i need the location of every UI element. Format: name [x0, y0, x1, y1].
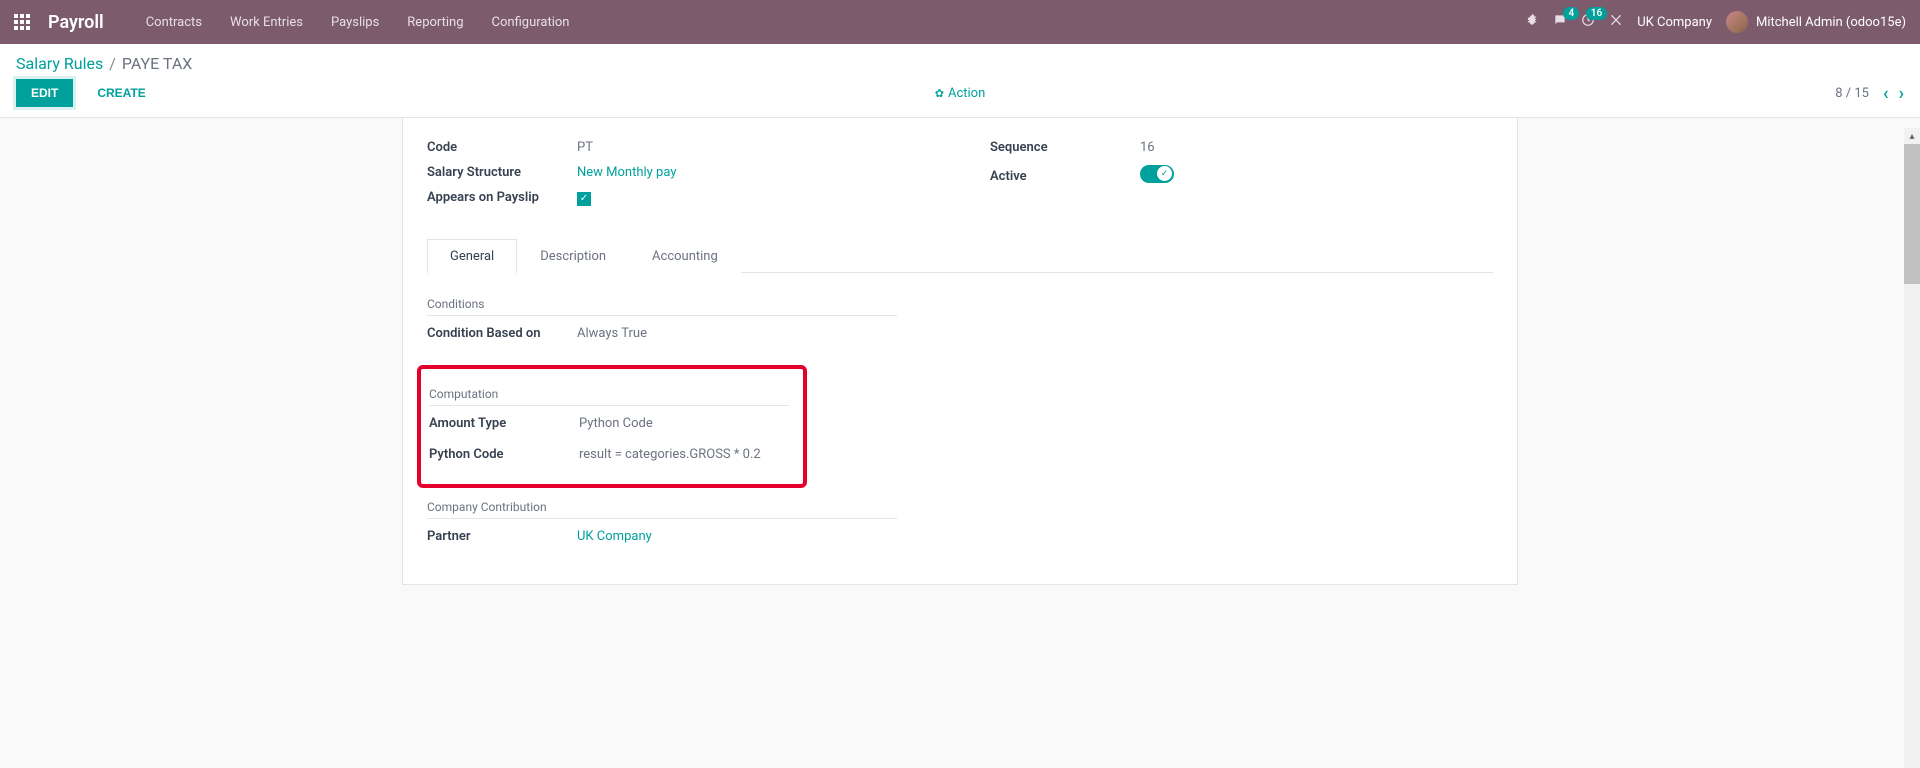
control-panel: Salary Rules / PAYE TAX EDIT CREATE ✿ Ac… — [0, 44, 1920, 118]
breadcrumb-current: PAYE TAX — [122, 54, 192, 73]
nav-payslips[interactable]: Payslips — [331, 15, 379, 30]
active-label: Active — [990, 169, 1140, 184]
nav-work-entries[interactable]: Work Entries — [230, 15, 303, 30]
crossed-tools-icon[interactable] — [1609, 13, 1623, 31]
company-selector[interactable]: UK Company — [1637, 15, 1712, 30]
tab-description[interactable]: Description — [517, 239, 629, 273]
tab-accounting[interactable]: Accounting — [629, 239, 741, 273]
amount-type-value: Python Code — [579, 416, 653, 431]
company-contribution-title: Company Contribution — [427, 500, 897, 519]
vertical-scrollbar[interactable]: ▴ — [1904, 128, 1920, 768]
conditions-title: Conditions — [427, 297, 897, 316]
navbar-left: Payroll Contracts Work Entries Payslips … — [14, 12, 570, 33]
form-sheet: Code PT Salary Structure New Monthly pay… — [402, 118, 1518, 585]
nav-reporting[interactable]: Reporting — [407, 15, 463, 30]
python-code-label: Python Code — [429, 447, 579, 462]
form-col-left: Code PT Salary Structure New Monthly pay… — [427, 140, 930, 216]
pager-next-icon[interactable]: › — [1899, 83, 1904, 104]
user-label: Mitchell Admin (odoo15e) — [1756, 15, 1906, 30]
activities-icon[interactable]: 16 — [1581, 13, 1595, 31]
tab-general[interactable]: General — [427, 239, 517, 273]
salary-structure-link[interactable]: New Monthly pay — [577, 165, 676, 180]
action-label: Action — [948, 86, 985, 101]
form-col-right: Sequence 16 Active — [990, 140, 1493, 216]
condition-based-value: Always True — [577, 326, 647, 341]
appears-on-payslip-label: Appears on Payslip — [427, 190, 577, 205]
nav-menu: Contracts Work Entries Payslips Reportin… — [146, 15, 570, 30]
partner-label: Partner — [427, 529, 577, 544]
user-menu[interactable]: Mitchell Admin (odoo15e) — [1726, 11, 1906, 33]
breadcrumb-separator: / — [109, 54, 116, 73]
nav-configuration[interactable]: Configuration — [492, 15, 570, 30]
navbar-right: 4 16 UK Company Mitchell Admin (odoo15e) — [1525, 11, 1906, 33]
activities-badge: 16 — [1586, 7, 1607, 20]
checkbox-checked-icon: ✓ — [577, 192, 591, 206]
edit-button[interactable]: EDIT — [16, 79, 73, 107]
scrollbar-thumb[interactable] — [1904, 144, 1920, 284]
create-button[interactable]: CREATE — [83, 80, 159, 106]
nav-contracts[interactable]: Contracts — [146, 15, 202, 30]
computation-title: Computation — [429, 387, 789, 406]
user-avatar-icon — [1726, 11, 1748, 33]
pager-prev-icon[interactable]: ‹ — [1883, 83, 1889, 104]
code-label: Code — [427, 140, 577, 155]
salary-structure-label: Salary Structure — [427, 165, 577, 180]
breadcrumb-parent[interactable]: Salary Rules — [16, 54, 103, 73]
sequence-value: 16 — [1140, 140, 1155, 155]
tab-bar: General Description Accounting — [427, 238, 1493, 273]
sequence-label: Sequence — [990, 140, 1140, 155]
company-contribution-section: Company Contribution Partner UK Company — [427, 500, 1493, 544]
apps-grid-icon[interactable] — [14, 14, 30, 30]
form-top-grid: Code PT Salary Structure New Monthly pay… — [427, 140, 1493, 216]
amount-type-label: Amount Type — [429, 416, 579, 431]
gear-icon: ✿ — [935, 87, 944, 100]
condition-based-label: Condition Based on — [427, 326, 577, 341]
app-brand[interactable]: Payroll — [48, 12, 104, 33]
appears-on-payslip-value: ✓ — [577, 190, 591, 206]
conditions-section: Conditions Condition Based on Always Tru… — [427, 297, 1493, 341]
pager: 8 / 15 ‹ › — [1835, 83, 1904, 104]
scroll-up-icon[interactable]: ▴ — [1904, 128, 1920, 144]
toolbar: EDIT CREATE ✿ Action 8 / 15 ‹ › — [0, 79, 1920, 117]
breadcrumb: Salary Rules / PAYE TAX — [0, 44, 1920, 79]
content-area: Code PT Salary Structure New Monthly pay… — [0, 118, 1920, 585]
messages-icon[interactable]: 4 — [1553, 13, 1567, 31]
python-code-value: result = categories.GROSS * 0.2 — [579, 447, 761, 462]
code-value: PT — [577, 140, 593, 155]
active-toggle[interactable] — [1140, 165, 1174, 183]
pager-counter: 8 / 15 — [1835, 86, 1869, 101]
debug-icon[interactable] — [1525, 13, 1539, 31]
active-toggle-wrap — [1140, 165, 1174, 187]
partner-link[interactable]: UK Company — [577, 529, 652, 544]
messages-badge: 4 — [1563, 7, 1579, 20]
computation-highlight: Computation Amount Type Python Code Pyth… — [417, 365, 807, 488]
top-navbar: Payroll Contracts Work Entries Payslips … — [0, 0, 1920, 44]
action-dropdown[interactable]: ✿ Action — [935, 86, 986, 101]
